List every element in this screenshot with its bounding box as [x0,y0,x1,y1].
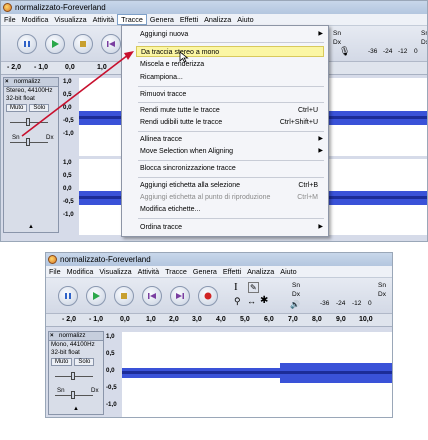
menu-attivita[interactable]: Attività [135,267,163,276]
ruler-label: - 2,0 [62,316,77,323]
meter-tick: 0 [368,300,372,307]
play-button[interactable] [86,286,106,306]
timeline-ruler[interactable]: - 2,0 - 1,0 0,0 1,0 2,0 3,0 4,0 5,0 6,0 … [46,314,392,327]
record-icon [204,292,212,300]
ruler-label: 7,0 [288,316,298,323]
zoom-tool-icon[interactable]: ⚲ [234,296,241,307]
ruler-label: 4,0 [216,316,226,323]
menu-tracce[interactable]: Tracce [162,267,190,276]
stop-button[interactable] [114,286,134,306]
timeshift-tool-icon[interactable]: ↔ [247,296,256,306]
pan-right-label: Dx [91,387,99,394]
menu-file[interactable]: File [46,267,64,276]
annotation-arrow [21,51,134,137]
meter-left-label: Sn [292,282,300,289]
menu-analizza[interactable]: Analizza [244,267,277,276]
ruler-label: 0,0 [120,316,130,323]
skip-start-icon [148,293,156,299]
meter-left-label: Sn [378,282,386,289]
play-icon [93,292,100,300]
ruler-label: 1,0 [146,316,156,323]
ruler-label: 8,0 [312,316,322,323]
menu-visualizza[interactable]: Visualizza [96,267,134,276]
pause-icon [65,293,71,299]
menu-modifica[interactable]: Modifica [64,267,97,276]
menu-bar: File Modifica Visualizza Attività Tracce… [46,266,392,278]
track-bitdepth-info: 32-bit float [51,349,80,356]
stop-icon [121,293,127,299]
ruler-label: 2,0 [169,316,179,323]
track-control-panel: × normalizz Mono, 44100Hz 32-bit float M… [48,331,104,415]
scale-label: 1,0 [106,333,115,340]
record-button[interactable] [198,286,218,306]
meter-tick: -12 [352,300,362,307]
amplitude-scale: 1,0 0,5 0,0 -0,5 -1,0 [106,333,122,417]
envelope-tool-icon[interactable]: ✎ [248,282,259,293]
menu-aiuto[interactable]: Aiuto [277,267,299,276]
tools-toolbar: I ✎ ⚲ ↔ ✱ [232,281,272,311]
selection-tool-icon[interactable]: I [234,281,238,293]
meter-tick: -24 [336,300,346,307]
scale-label: -1,0 [106,401,117,408]
ruler-label: 5,0 [240,316,250,323]
meter-toolbar: Sn Dx 🔊 -36 -24 -12 0 Sn Dx [290,280,392,312]
audacity-app-icon [48,255,57,264]
track-format-info: Mono, 44100Hz [51,341,95,348]
skip-end-button[interactable] [170,286,190,306]
waveform-band-core [122,371,392,374]
menu-genera[interactable]: Genera [190,267,220,276]
ruler-label: - 1,0 [89,316,104,323]
title-bar: normalizzato-Foreverland [46,253,392,266]
audacity-window-after: normalizzato-Foreverland File Modifica V… [45,252,393,418]
scale-label: -0,5 [106,384,117,391]
speaker-icon[interactable]: 🔊 [290,300,300,309]
pan-left-label: Sn [57,387,65,394]
pause-button[interactable] [58,286,78,306]
meter-tick: -36 [320,300,330,307]
scale-label: 0,5 [106,350,115,357]
solo-button[interactable]: Solo [74,358,95,366]
skip-start-button[interactable] [142,286,162,306]
waveform-mono-channel[interactable] [122,332,392,417]
close-track-icon[interactable]: × [50,332,54,340]
track-name: normalizz [59,332,86,339]
meter-right-label: Dx [378,291,386,298]
multi-tool-icon[interactable]: ✱ [260,295,268,306]
menu-effetti[interactable]: Effetti [220,267,244,276]
scale-label: 0,0 [106,367,115,374]
window-title: normalizzato-Foreverland [60,255,151,264]
ruler-label: 10,0 [359,316,373,323]
track-name-header[interactable]: × normalizz [49,332,103,341]
collapse-track-icon[interactable]: ▲ [73,406,79,412]
transport-toolbar: I ✎ ⚲ ↔ ✱ Sn Dx 🔊 -36 -24 -12 0 Sn Dx [46,278,392,314]
ruler-label: 3,0 [192,316,202,323]
pan-slider-thumb[interactable] [71,391,75,399]
meter-right-label: Dx [292,291,300,298]
ruler-label: 6,0 [264,316,274,323]
ruler-label: 9,0 [336,316,346,323]
gain-slider-thumb[interactable] [71,372,75,380]
mute-button[interactable]: Muto [51,358,73,366]
skip-end-icon [176,293,184,299]
